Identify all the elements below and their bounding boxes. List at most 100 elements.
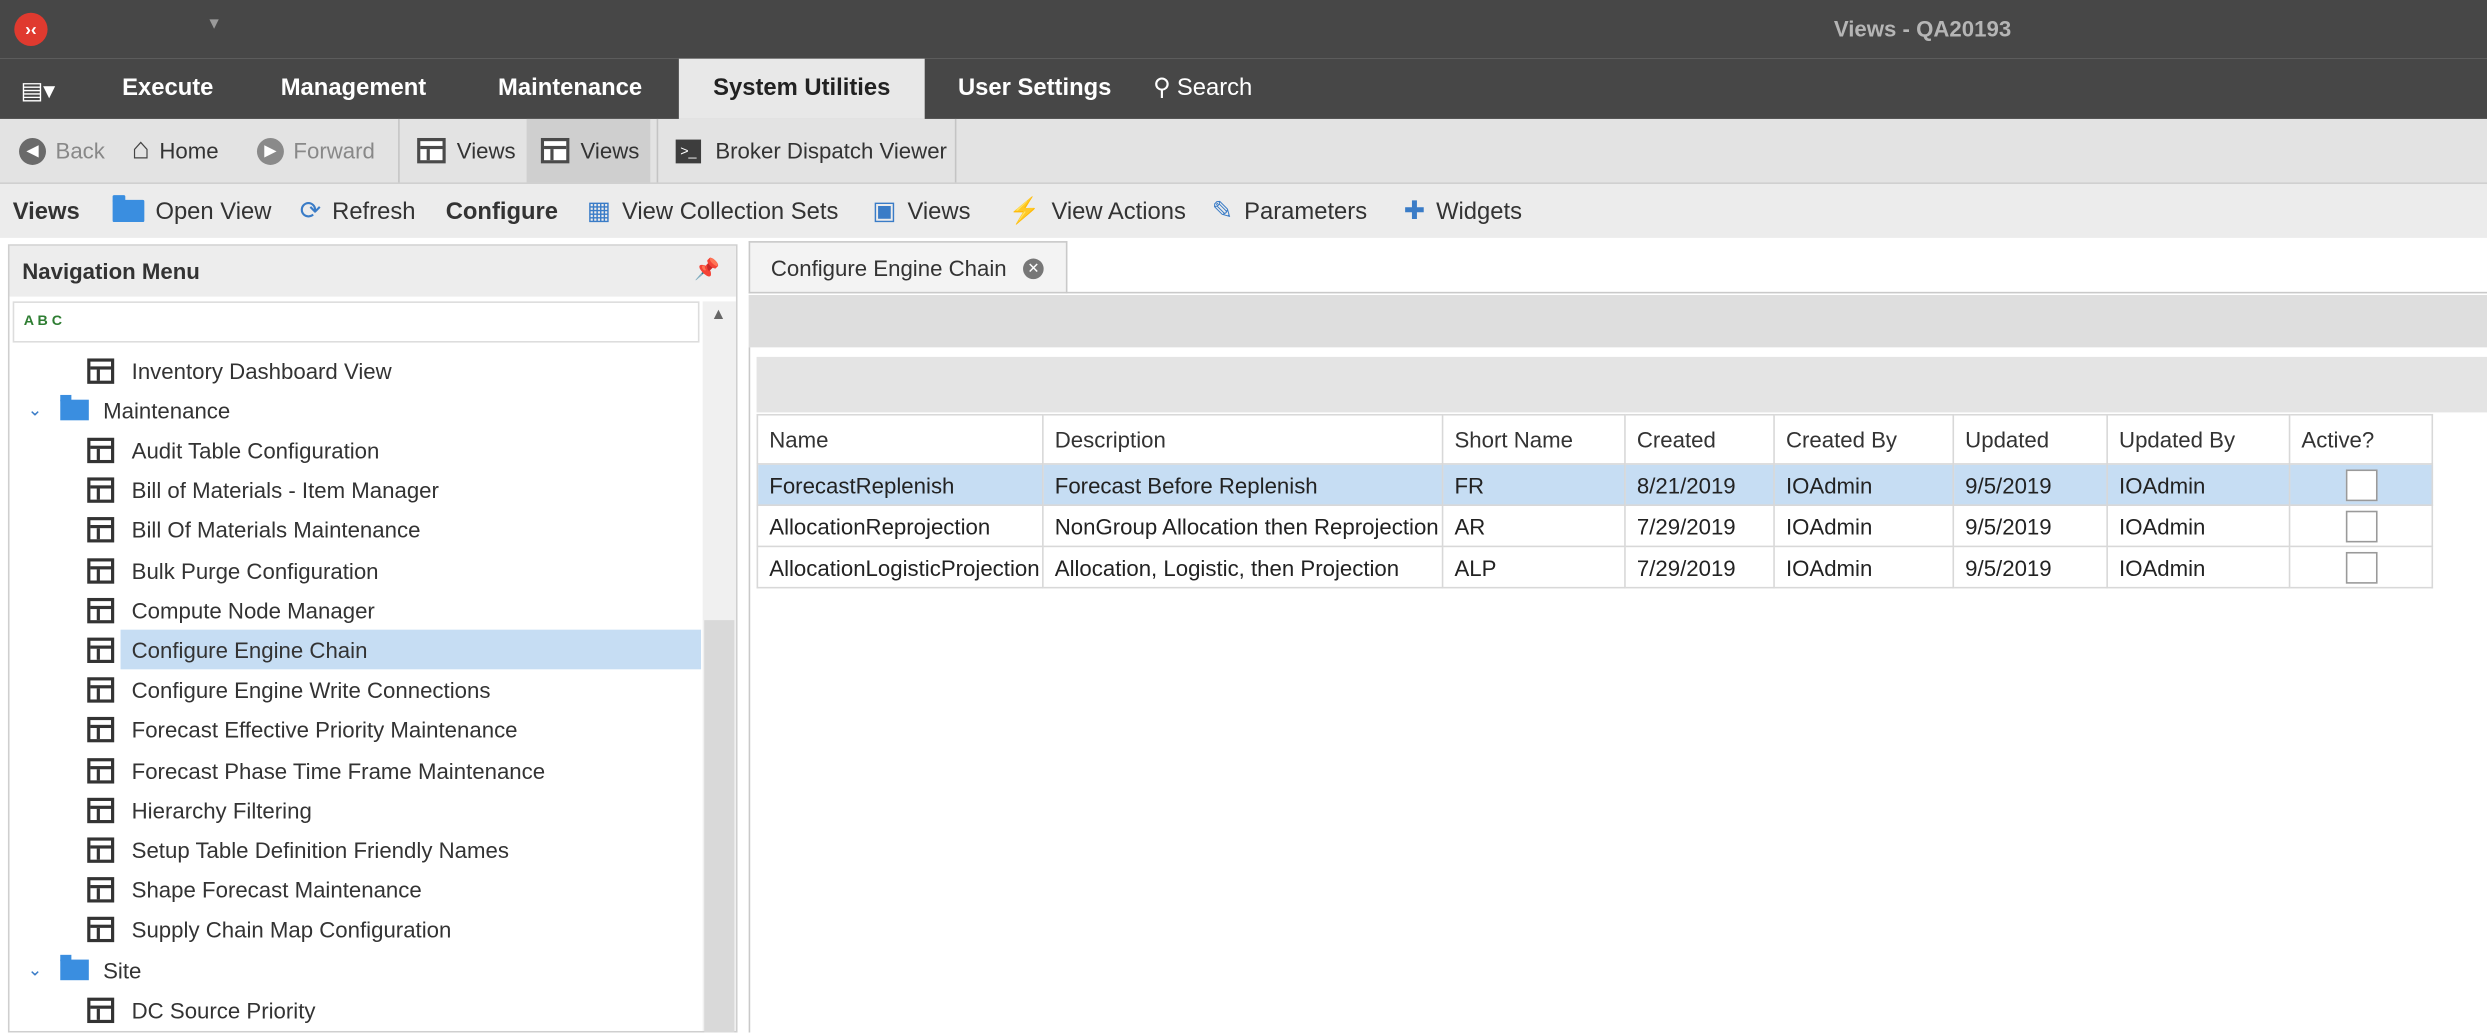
pin-icon[interactable]: 📌 [694, 257, 720, 282]
cell-updated-by[interactable]: IOAdmin [2106, 545, 2291, 589]
tree-folder[interactable]: ⌄ Site [10, 950, 702, 990]
column-header-description[interactable]: Description [1042, 413, 1444, 465]
cell-name[interactable]: AllocationReprojection [756, 504, 1044, 548]
tree-item-label: DC Source Priority [131, 997, 316, 1023]
app-menu-icon[interactable]: ▤▾ [21, 76, 55, 105]
active-checkbox[interactable] [2345, 468, 2377, 501]
column-header-short-name[interactable]: Short Name [1441, 413, 1626, 465]
tree-item-selected[interactable]: Configure Engine Chain [87, 630, 702, 670]
navigation-menu-header: Navigation Menu 📌 [9, 245, 736, 297]
cell-short-name[interactable]: AR [1441, 504, 1626, 548]
column-header-name[interactable]: Name [756, 413, 1044, 465]
tab-configure-engine-chain[interactable]: Configure Engine Chain ✕ [748, 241, 1068, 294]
cell-updated[interactable]: 9/5/2019 [1952, 545, 2108, 589]
engine-chain-grid: Name Description Short Name Created Crea… [756, 413, 2434, 589]
filter-input[interactable]: A B C [12, 301, 700, 343]
tree-item[interactable]: Forecast Phase Time Frame Maintenance [10, 750, 702, 790]
cell-created[interactable]: 8/21/2019 [1624, 463, 1775, 506]
views-current-button[interactable]: Views [526, 118, 651, 183]
cell-name[interactable]: ForecastReplenish [756, 463, 1044, 506]
cell-description[interactable]: Forecast Before Replenish [1042, 463, 1444, 506]
column-header-updated-by[interactable]: Updated By [2106, 413, 2291, 465]
tree-item[interactable]: Bill of Materials - Item Manager [10, 470, 702, 510]
column-header-created-by[interactable]: Created By [1773, 413, 1955, 465]
tree-item-label: Shape Forecast Maintenance [131, 877, 422, 903]
tree-item[interactable]: Configure Engine Write Connections [10, 670, 702, 710]
broker-dispatch-viewer-button[interactable]: >_ Broker Dispatch Viewer [675, 119, 947, 182]
tab-system-utilities[interactable]: System Utilities [678, 58, 925, 119]
tree-item[interactable]: Bill Of Materials Maintenance [10, 510, 702, 550]
views-config-button[interactable]: ▣ Views [872, 184, 970, 238]
back-button[interactable]: ◀ Back [19, 119, 105, 182]
view-icon [87, 437, 115, 463]
cell-active [2288, 504, 2434, 548]
grid-icon: ▦ [586, 198, 611, 226]
column-header-active[interactable]: Active? [2288, 413, 2434, 465]
parameters-button[interactable]: ✎ Parameters [1212, 184, 1367, 238]
tree-item[interactable]: DC Source Priority [10, 990, 702, 1030]
tree-folder[interactable]: ⌄ Maintenance [10, 390, 702, 430]
tree-item[interactable]: Bulk Purge Configuration [10, 550, 702, 590]
tree-item-label: Configure Engine Chain [131, 637, 368, 663]
cell-description[interactable]: Allocation, Logistic, then Projection [1042, 545, 1444, 589]
tab-management[interactable]: Management [281, 59, 426, 119]
scroll-up-icon[interactable]: ▲ [711, 306, 727, 323]
tree-item-label: Bill Of Materials Maintenance [131, 517, 421, 543]
cell-description[interactable]: NonGroup Allocation then Reprojection [1042, 504, 1444, 548]
tree-item[interactable]: Compute Node Manager [10, 590, 702, 630]
tab-user-settings[interactable]: User Settings [958, 59, 1111, 119]
widgets-button[interactable]: ✚ Widgets [1404, 184, 1522, 238]
cell-updated-by[interactable]: IOAdmin [2106, 463, 2291, 506]
tab-execute[interactable]: Execute [122, 59, 213, 119]
views-history-button[interactable]: Views [417, 119, 516, 182]
home-button[interactable]: ⌂ Home [132, 119, 219, 182]
quick-access-dropdown-icon[interactable]: ▼ [206, 16, 222, 33]
tree-item-label: Inventory Dashboard View [131, 357, 392, 384]
view-collection-sets-button[interactable]: ▦ View Collection Sets [587, 184, 839, 238]
app-logo-icon[interactable]: ›‹ [14, 12, 48, 46]
tree-item[interactable]: Shape Forecast Maintenance [10, 870, 702, 910]
column-header-created[interactable]: Created [1624, 413, 1775, 465]
cell-created-by[interactable]: IOAdmin [1773, 545, 1955, 589]
active-checkbox[interactable] [2345, 509, 2377, 542]
close-icon[interactable]: ✕ [1023, 257, 1044, 279]
chevron-down-icon[interactable]: ⌄ [24, 400, 46, 421]
view-icon: ▣ [872, 198, 897, 226]
cell-created[interactable]: 7/29/2019 [1624, 545, 1775, 589]
view-icon [87, 517, 115, 543]
tree-folder-label: Site [103, 957, 142, 983]
navigation-menu-title: Navigation Menu [22, 258, 200, 284]
view-actions-button[interactable]: ⚡ View Actions [1009, 184, 1186, 238]
tree-item[interactable]: Forecast Effective Priority Maintenance [10, 710, 702, 750]
cell-updated-by[interactable]: IOAdmin [2106, 504, 2291, 548]
search-button[interactable]: ⚲ Search [1153, 59, 1252, 119]
column-header-updated[interactable]: Updated [1952, 413, 2108, 465]
cell-created[interactable]: 7/29/2019 [1624, 504, 1775, 548]
tree-item[interactable]: Inventory Dashboard View [10, 351, 702, 391]
scroll-thumb[interactable] [704, 620, 735, 1033]
cell-updated[interactable]: 9/5/2019 [1952, 463, 2108, 506]
open-view-button[interactable]: Open View [112, 184, 271, 238]
table-row[interactable]: AllocationLogisticProjection Allocation, … [756, 545, 2434, 589]
tree-item[interactable]: Audit Table Configuration [10, 430, 702, 470]
tree-item[interactable]: Hierarchy Filtering [10, 790, 702, 830]
table-row[interactable]: AllocationReprojection NonGroup Allocatio… [756, 504, 2434, 548]
cell-created-by[interactable]: IOAdmin [1773, 463, 1955, 506]
cell-short-name[interactable]: FR [1441, 463, 1626, 506]
tree-item[interactable]: Setup Table Definition Friendly Names [10, 830, 702, 870]
separator [656, 118, 659, 183]
forward-button[interactable]: ▶ Forward [256, 119, 375, 182]
cell-name[interactable]: AllocationLogisticProjection [756, 545, 1044, 589]
active-checkbox[interactable] [2345, 551, 2377, 583]
edit-icon: ✎ [1211, 198, 1234, 226]
cell-updated[interactable]: 9/5/2019 [1952, 504, 2108, 548]
cell-active [2288, 545, 2434, 589]
tree-item[interactable]: Supply Chain Map Configuration [10, 910, 702, 950]
refresh-button[interactable]: ⟳ Refresh [300, 184, 416, 238]
cell-created-by[interactable]: IOAdmin [1773, 504, 1955, 548]
chevron-down-icon[interactable]: ⌄ [24, 960, 46, 980]
group-panel [756, 356, 2487, 413]
cell-short-name[interactable]: ALP [1441, 545, 1626, 589]
table-row[interactable]: ForecastReplenish Forecast Before Repleni… [756, 463, 2434, 506]
tab-maintenance[interactable]: Maintenance [498, 59, 642, 119]
